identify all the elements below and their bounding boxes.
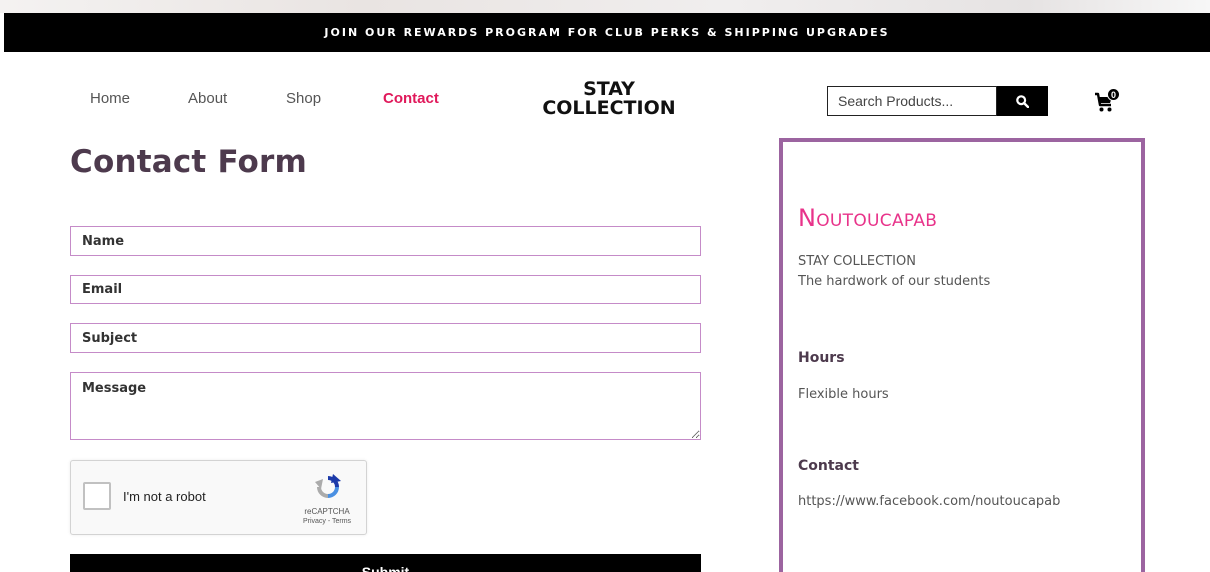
nav-about[interactable]: About [188, 90, 227, 107]
nav-home[interactable]: Home [90, 90, 130, 107]
search-input[interactable] [827, 86, 997, 116]
search-button[interactable] [997, 86, 1048, 116]
info-sidebar: Noutoucapab STAY COLLECTION The hardwork… [779, 138, 1145, 572]
search-icon [1016, 94, 1029, 108]
search-bar [827, 86, 1048, 116]
captcha-brand: reCAPTCHA [304, 507, 350, 516]
page: JOIN OUR REWARDS PROGRAM FOR CLUB PERKS … [0, 0, 1210, 572]
email-field[interactable] [70, 275, 701, 304]
tagline: The hardwork of our students [798, 274, 991, 289]
hours-heading: Hours [798, 350, 845, 366]
cart-count-badge: 0 [1107, 88, 1120, 101]
site-logo[interactable]: STAY COLLECTION [534, 80, 684, 118]
recaptcha-widget: I'm not a robot reCAPTCHA Privacy - Term… [70, 460, 367, 535]
name-field[interactable] [70, 226, 701, 256]
page-title: Contact Form [70, 144, 308, 180]
brand-name: Noutoucapab [798, 204, 938, 232]
cart-button[interactable]: 0 [1094, 88, 1122, 114]
promo-text: JOIN OUR REWARDS PROGRAM FOR CLUB PERKS … [324, 26, 890, 39]
captcha-checkbox[interactable] [83, 482, 111, 510]
recaptcha-logo-icon [315, 474, 341, 498]
captcha-label: I'm not a robot [123, 489, 206, 504]
message-field[interactable] [70, 372, 701, 440]
submit-button[interactable]: Submit [70, 554, 701, 572]
hero-image-edge [0, 0, 1210, 13]
nav-shop[interactable]: Shop [286, 90, 321, 107]
contact-url[interactable]: https://www.facebook.com/noutoucapab [798, 492, 1060, 512]
captcha-links[interactable]: Privacy - Terms [292, 518, 362, 525]
promo-banner[interactable]: JOIN OUR REWARDS PROGRAM FOR CLUB PERKS … [4, 13, 1210, 52]
nav-contact[interactable]: Contact [383, 90, 439, 107]
hours-text: Flexible hours [798, 387, 889, 402]
contact-heading: Contact [798, 458, 859, 474]
logo-line-2: COLLECTION [542, 97, 676, 119]
subject-field[interactable] [70, 323, 701, 353]
company-name: STAY COLLECTION [798, 254, 916, 269]
